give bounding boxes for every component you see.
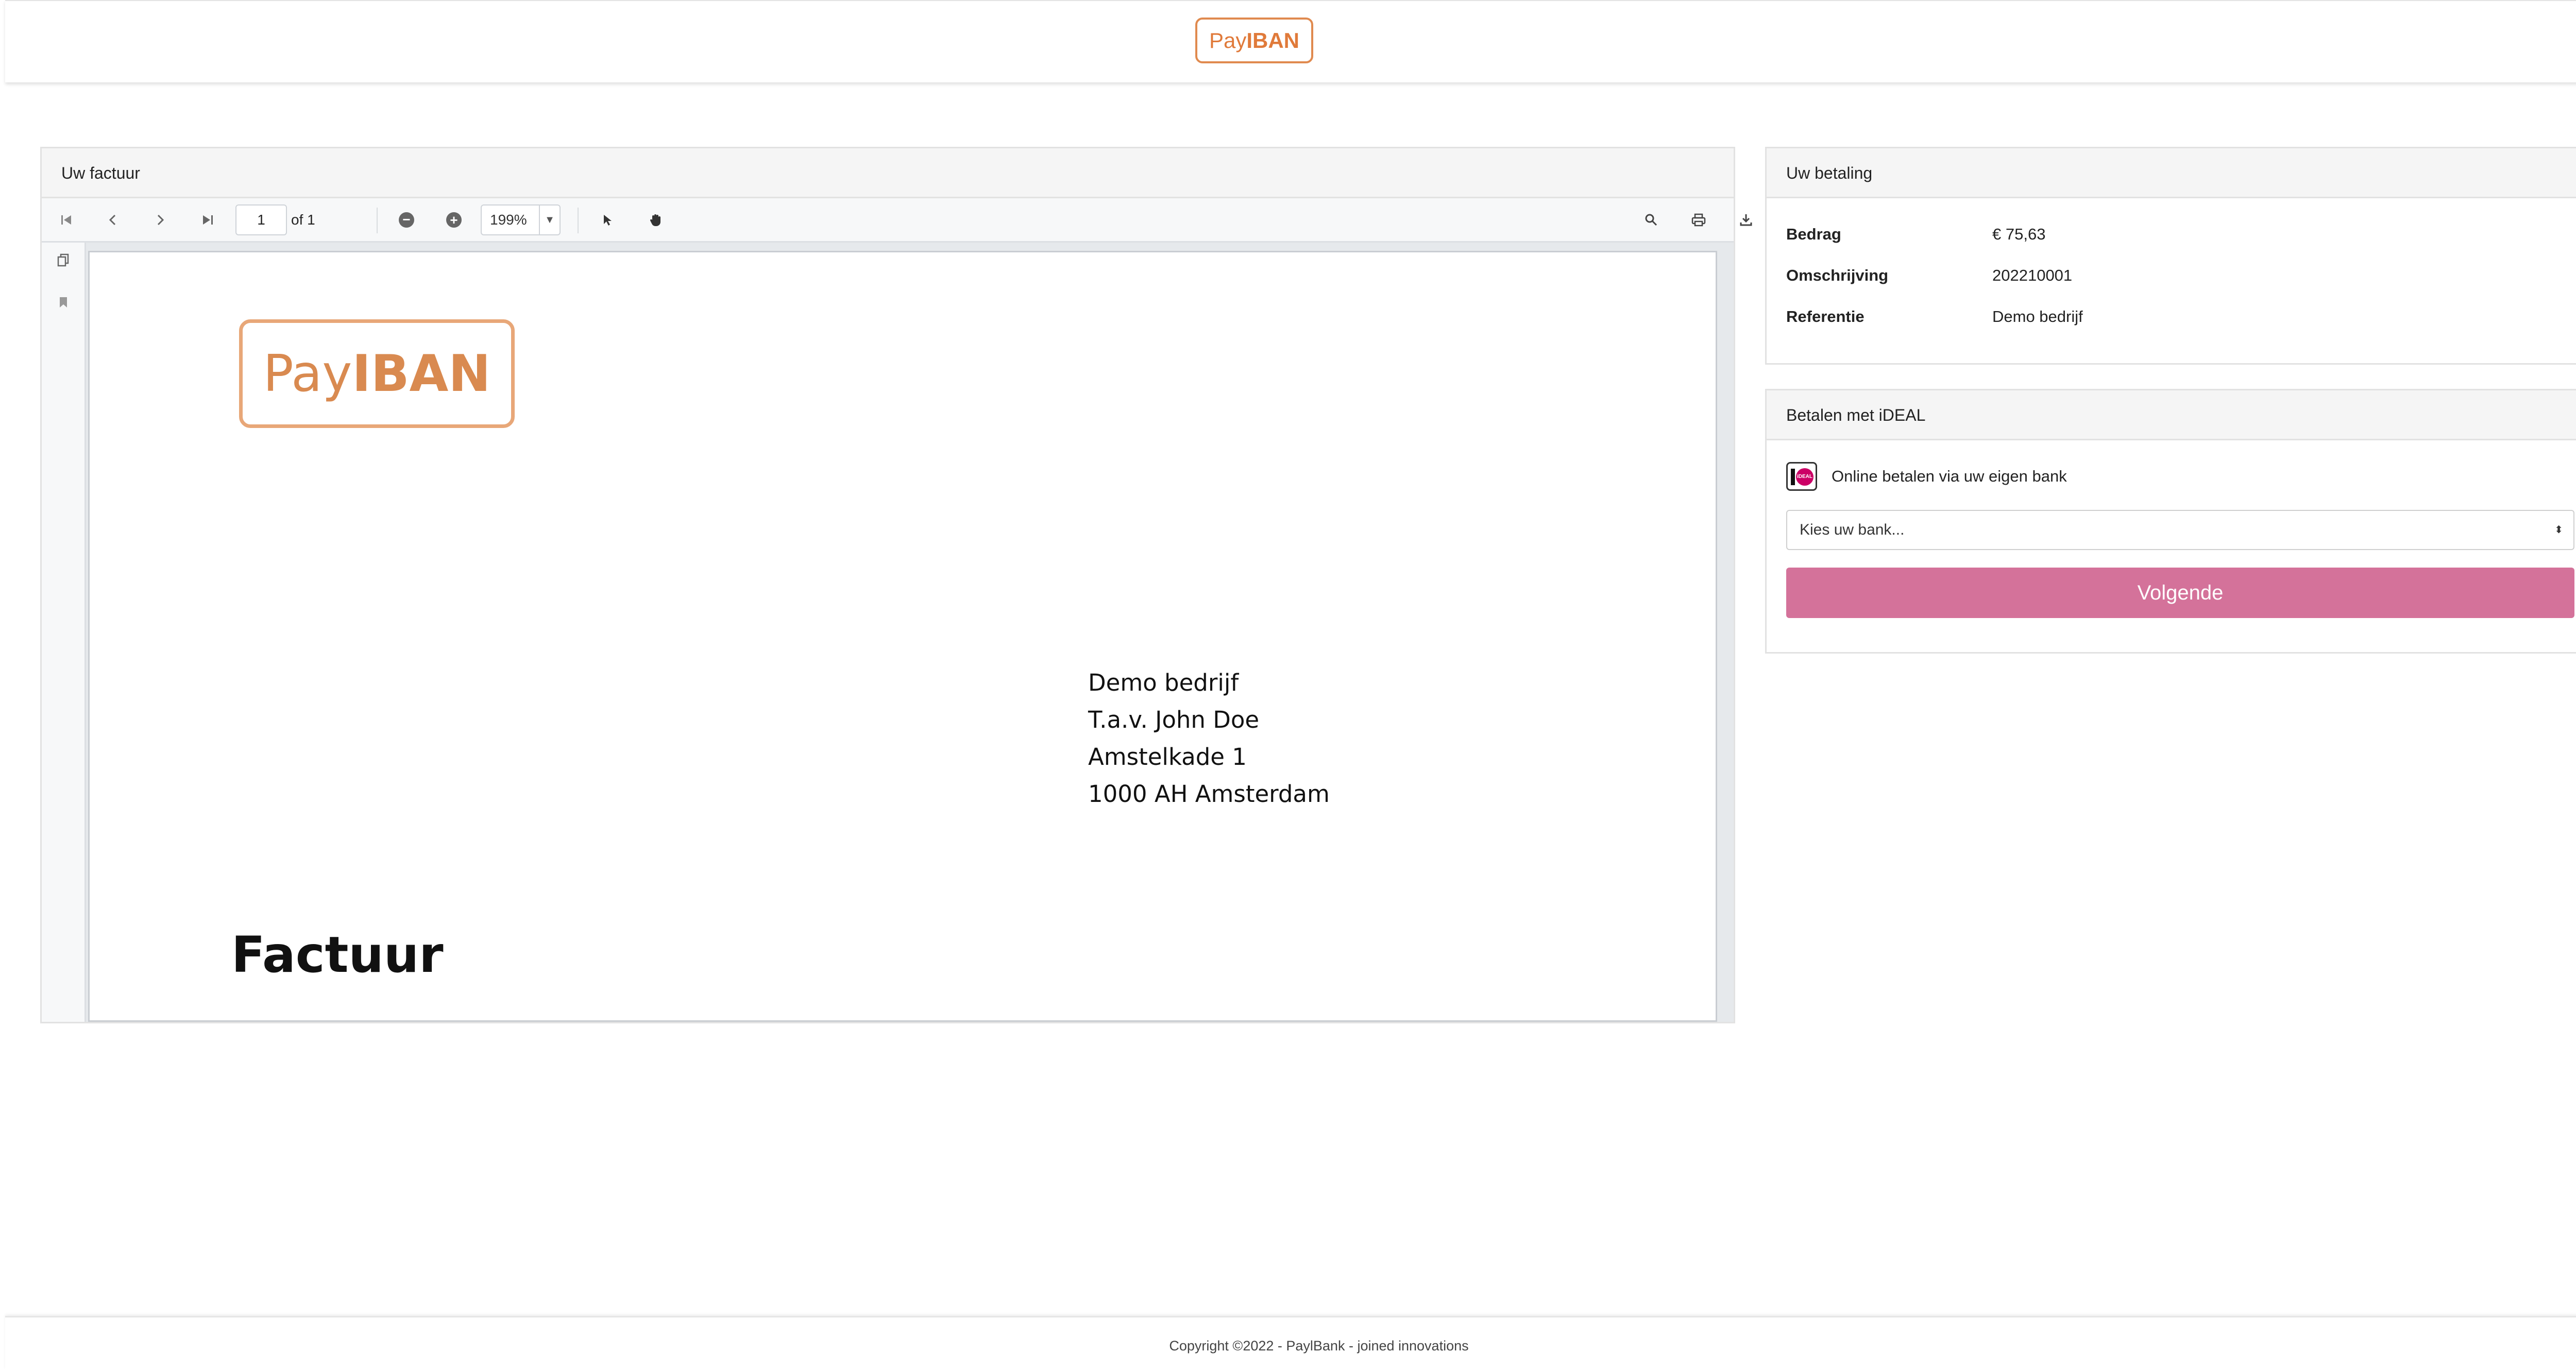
bank-select-value: Kies uw bank... [1800,521,1905,538]
zoom-select[interactable]: 199% ▼ [481,204,561,235]
detail-value: Demo bedrijf [1992,307,2083,326]
ideal-description: Online betalen via uw eigen bank [1832,467,2067,485]
detail-label: Omschrijving [1786,266,1889,284]
zoom-out-icon[interactable]: − [396,210,417,230]
search-icon[interactable] [1641,210,1662,230]
address-line: Demo bedrijf [1088,669,1239,696]
ideal-logo-icon: iDEAL [1786,462,1817,491]
download-icon[interactable] [1736,210,1756,230]
page-footer: Copyright ©2022 - PaylBank - joined inno… [5,1316,2576,1370]
ideal-panel: Betalen met iDEAL iDEAL Online betalen v… [1765,389,2576,654]
ideal-method-row: iDEAL Online betalen via uw eigen bank [1786,461,2067,492]
document-logo-iban: IBAN [352,344,491,403]
copyright-text: Copyright ©2022 - PaylBank - joined inno… [1169,1338,1469,1354]
zoom-in-icon[interactable]: + [444,210,464,230]
toolbar-divider [377,208,378,233]
logo-iban-text: IBAN [1246,28,1300,53]
select-arrows-icon: ⬍ [2554,524,2563,536]
pdf-viewer[interactable]: Pay IBAN Demo bedrijf T.a.v. John Doe Ams… [86,243,1734,1022]
zoom-value: 199% [490,212,527,228]
address-line: 1000 AH Amsterdam [1088,780,1330,808]
payiban-logo[interactable]: Pay IBAN [1195,18,1313,63]
pdf-sidebar [42,243,86,1022]
page-number-input[interactable]: 1 [235,204,287,235]
recipient-address: Demo bedrijf T.a.v. John Doe Amstelkade … [1088,664,1330,813]
payment-panel-title: Uw betaling [1767,148,2576,198]
invoice-panel-title: Uw factuur [42,148,1734,198]
chevron-down-icon: ▼ [539,206,560,234]
next-page-icon[interactable] [150,210,171,230]
invoice-panel: Uw factuur 1 of 1 − + 199% ▼ Pay IBAN De… [40,147,1752,1023]
thumbnails-icon[interactable] [53,250,74,270]
bookmark-icon[interactable] [53,292,74,313]
detail-value: € 75,63 [1992,225,2046,243]
top-header: Pay IBAN [5,0,2576,82]
text-select-icon[interactable] [597,210,618,230]
document-logo-pay: Pay [263,344,352,403]
page-count-label: of 1 [291,212,315,228]
detail-value: 202210001 [1992,266,2073,284]
logo-pay-text: Pay [1209,28,1247,53]
bank-select[interactable]: Kies uw bank... ⬍ [1786,510,2574,550]
first-page-icon[interactable] [56,210,77,230]
hand-tool-icon[interactable] [646,210,666,230]
detail-label: Referentie [1786,307,1865,326]
detail-label: Bedrag [1786,225,1841,243]
next-button[interactable]: Volgende [1786,568,2574,618]
pdf-toolbar: 1 of 1 − + 199% ▼ [42,198,1752,243]
ideal-panel-title: Betalen met iDEAL [1767,390,2576,440]
address-line: T.a.v. John Doe [1088,706,1260,733]
address-line: Amstelkade 1 [1088,743,1247,770]
pdf-page: Pay IBAN Demo bedrijf T.a.v. John Doe Ams… [88,251,1717,1022]
previous-page-icon[interactable] [103,210,123,230]
last-page-icon[interactable] [197,210,218,230]
payment-panel: Uw betaling Bedrag € 75,63 Omschrijving … [1765,147,2576,365]
document-logo: Pay IBAN [239,319,515,428]
toolbar-divider [578,208,579,233]
print-icon[interactable] [1688,210,1709,230]
document-title: Factuur [231,926,444,984]
